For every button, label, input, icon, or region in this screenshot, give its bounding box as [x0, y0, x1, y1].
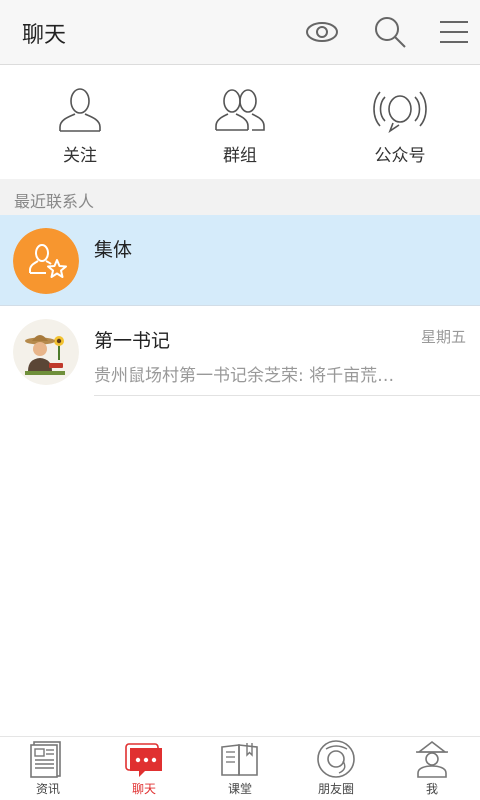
chat-name: 集体: [94, 239, 133, 261]
nav-label: 朋友圈: [317, 782, 354, 796]
nav-label: 我: [425, 782, 438, 796]
group-star-avatar: [13, 228, 79, 294]
nav-classroom[interactable]: 课堂: [192, 737, 288, 800]
chat-last-message: 贵州鼠场村第一书记余芝荣: 将千亩荒…: [94, 366, 395, 386]
quick-entry-label: 公众号: [374, 146, 426, 166]
farmer-avatar: [13, 319, 79, 385]
top-bar: 聊天: [0, 0, 480, 65]
nav-news[interactable]: 资讯: [0, 737, 96, 800]
nav-label: 资讯: [35, 782, 60, 796]
camera-lens-icon: [315, 739, 357, 779]
menu-icon[interactable]: [436, 14, 472, 50]
news-icon: [27, 739, 69, 779]
profile-icon: [411, 739, 453, 779]
person-icon: [53, 87, 107, 133]
recent-contacts-header: 最近联系人: [0, 179, 480, 215]
chat-app: 聊天 关注 群组 公众号 最近联系人 集体 第一书记 星期五 贵州鼠场村第一书记…: [0, 0, 480, 800]
quick-entry-follow[interactable]: 关注: [0, 65, 160, 179]
nav-label: 聊天: [131, 782, 156, 796]
page-title: 聊天: [22, 23, 67, 48]
search-icon[interactable]: [372, 14, 408, 50]
quick-entry-label: 关注: [63, 146, 97, 166]
chat-row-first-secretary[interactable]: 第一书记 星期五 贵州鼠场村第一书记余芝荣: 将千亩荒…: [0, 306, 480, 396]
bottom-nav: 资讯 聊天 课堂 朋友圈 我: [0, 736, 480, 800]
quick-entry-official-accounts[interactable]: 公众号: [320, 65, 480, 179]
nav-me[interactable]: 我: [384, 737, 480, 800]
chat-name: 第一书记: [94, 330, 171, 352]
nav-moments[interactable]: 朋友圈: [288, 737, 384, 800]
chat-row-collective[interactable]: 集体: [0, 215, 480, 306]
chat-bubble-icon: [123, 739, 165, 779]
nav-label: 课堂: [227, 782, 252, 796]
eye-icon[interactable]: [304, 14, 340, 50]
section-title: 最近联系人: [14, 192, 95, 211]
quick-entry-groups[interactable]: 群组: [160, 65, 320, 179]
quick-entry-label: 群组: [223, 146, 257, 166]
nav-chat[interactable]: 聊天: [96, 737, 192, 800]
row-divider: [94, 395, 480, 396]
group-icon: [213, 87, 267, 133]
broadcast-icon: [373, 87, 427, 133]
quick-entries: 关注 群组 公众号: [0, 65, 480, 179]
book-icon: [219, 739, 261, 779]
chat-timestamp: 星期五: [420, 328, 466, 346]
